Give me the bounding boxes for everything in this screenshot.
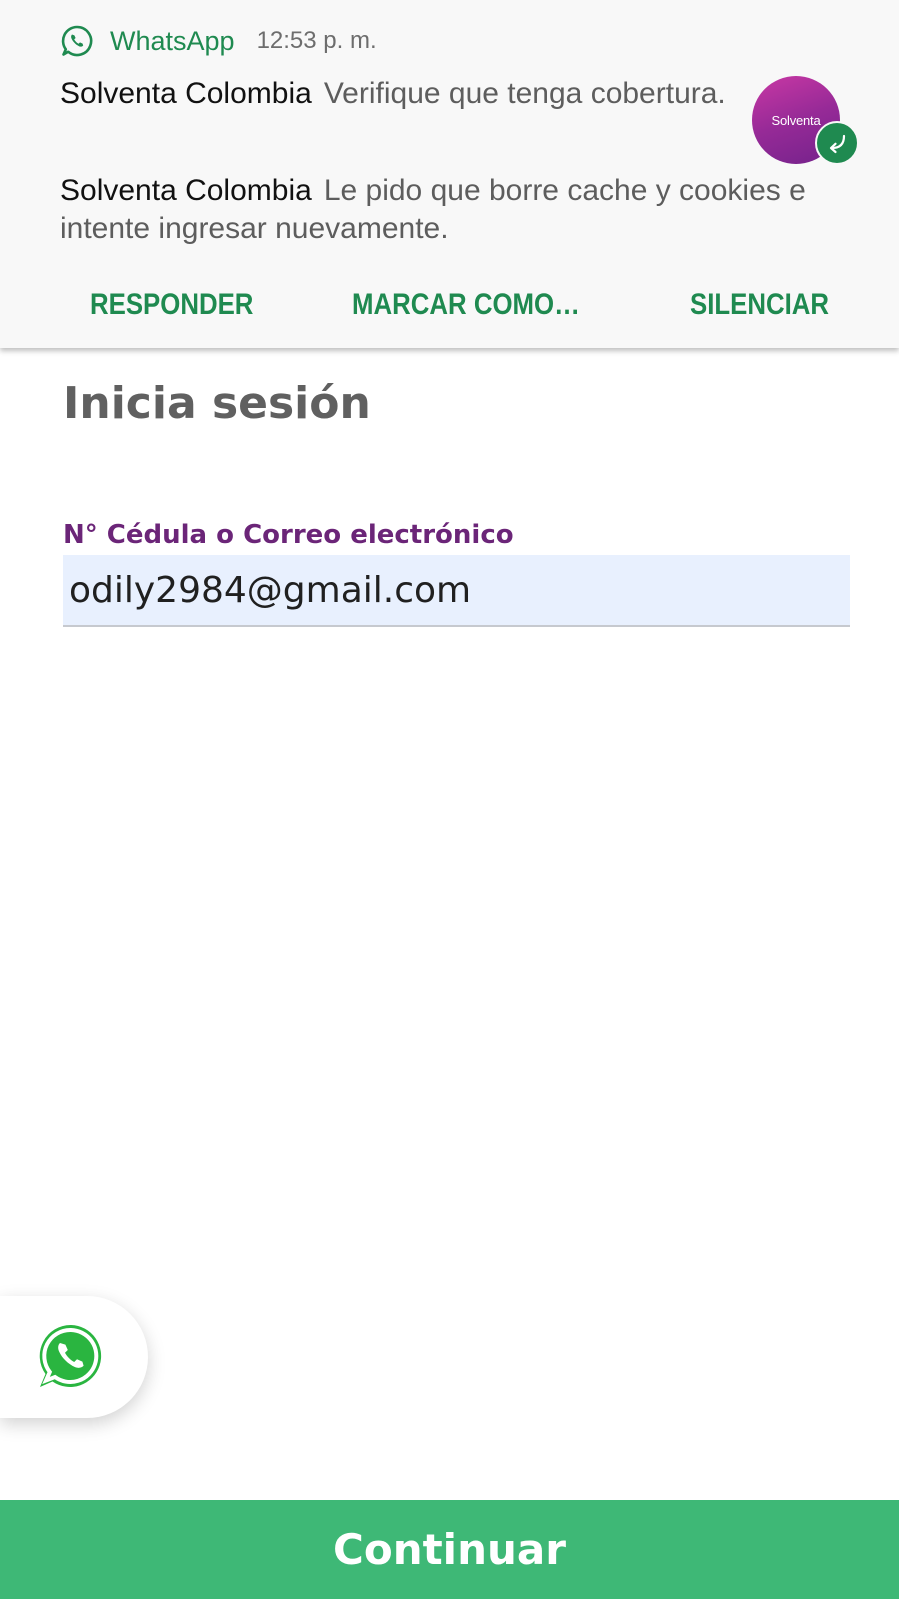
reply-arrow-icon — [815, 121, 859, 165]
mute-action-button[interactable]: SILENCIAR — [690, 288, 829, 322]
notification-actions: RESPONDER MARCAR COMO… SILENCIAR — [0, 288, 899, 332]
page-title: Inicia sesión — [63, 378, 371, 429]
notification-time: 12:53 p. m. — [256, 27, 377, 54]
mark-as-action-button[interactable]: MARCAR COMO… — [352, 288, 580, 322]
reply-action-button[interactable]: RESPONDER — [90, 288, 253, 322]
id-or-email-label: N° Cédula o Correo electrónico — [63, 520, 514, 550]
whatsapp-notification[interactable]: WhatsApp 12:53 p. m. Solventa Colombia Ve… — [0, 0, 899, 348]
app-name: WhatsApp — [110, 25, 235, 56]
notification-header: WhatsApp 12:53 p. m. — [60, 22, 377, 60]
notification-message: Solventa Colombia Le pido que borre cache… — [60, 172, 850, 248]
whatsapp-icon — [61, 25, 93, 57]
notification-message: Solventa Colombia Verifique que tenga cob… — [60, 75, 740, 113]
message-sender: Solventa Colombia — [60, 174, 312, 207]
message-sender: Solventa Colombia — [60, 77, 312, 110]
avatar-logo-text: Solventa — [771, 112, 821, 128]
message-text: Verifique que tenga cobertura. — [323, 77, 726, 110]
id-or-email-input[interactable] — [63, 555, 850, 627]
whatsapp-icon — [39, 1324, 102, 1387]
whatsapp-float-button[interactable] — [0, 1296, 148, 1418]
continue-button[interactable]: Continuar — [0, 1500, 899, 1599]
